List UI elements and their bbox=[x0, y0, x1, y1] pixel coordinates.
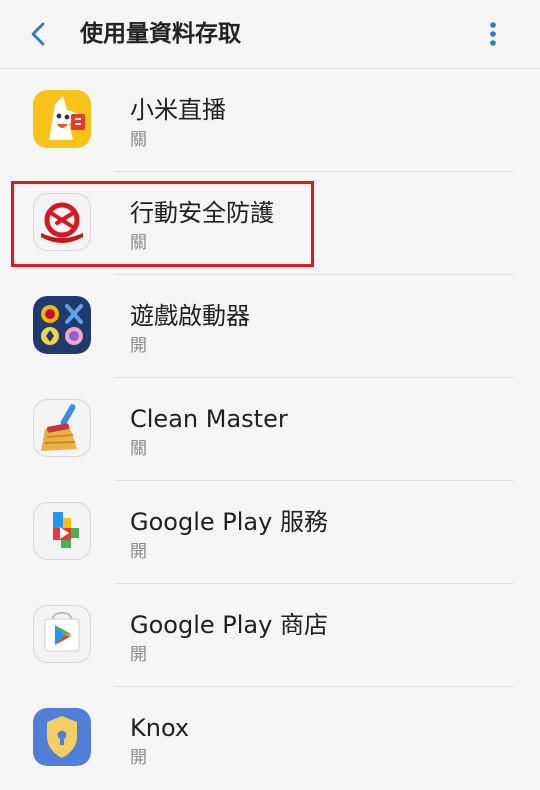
app-name: 行動安全防護 bbox=[130, 199, 274, 227]
access-state: 關 bbox=[130, 130, 147, 150]
google-play-store-icon bbox=[33, 605, 91, 663]
app-name: 遊戲啟動器 bbox=[130, 302, 250, 330]
app-name: Google Play 服務 bbox=[130, 508, 328, 536]
chevron-left-icon bbox=[31, 22, 45, 46]
list-item[interactable]: 行動安全防護 關 bbox=[0, 172, 540, 275]
access-state: 開 bbox=[130, 542, 147, 562]
app-name: Google Play 商店 bbox=[130, 611, 328, 639]
access-state: 關 bbox=[130, 439, 147, 459]
xiaomi-live-icon bbox=[33, 90, 91, 148]
access-state: 開 bbox=[130, 748, 147, 768]
app-name: Knox bbox=[130, 714, 190, 742]
google-play-services-icon bbox=[33, 502, 91, 560]
app-name: 小米直播 bbox=[130, 96, 226, 124]
app-name: Clean Master bbox=[130, 405, 288, 433]
list-item[interactable]: Knox 開 bbox=[0, 687, 540, 790]
list-item[interactable]: 遊戲啟動器 開 bbox=[0, 275, 540, 378]
list-item[interactable]: Google Play 服務 開 bbox=[0, 481, 540, 584]
shield-lock-icon bbox=[33, 708, 91, 766]
access-state: 開 bbox=[130, 645, 147, 665]
list-item[interactable]: Google Play 商店 開 bbox=[0, 584, 540, 687]
game-launcher-icon bbox=[33, 296, 91, 354]
app-bar: 使用量資料存取 bbox=[0, 0, 540, 69]
list-item[interactable]: Clean Master 關 bbox=[0, 378, 540, 481]
more-vertical-icon bbox=[490, 22, 496, 46]
back-button[interactable] bbox=[18, 17, 58, 51]
app-list: 小米直播 關 行動安全防護 關 遊戲啟動器 開 Clean Master 關 G… bbox=[0, 69, 540, 790]
mobile-security-icon bbox=[33, 193, 91, 251]
access-state: 開 bbox=[130, 336, 147, 356]
list-item[interactable]: 小米直播 關 bbox=[0, 69, 540, 172]
access-state: 關 bbox=[130, 233, 147, 253]
page-title: 使用量資料存取 bbox=[80, 21, 241, 47]
more-options-button[interactable] bbox=[478, 16, 508, 52]
broom-icon bbox=[33, 399, 91, 457]
